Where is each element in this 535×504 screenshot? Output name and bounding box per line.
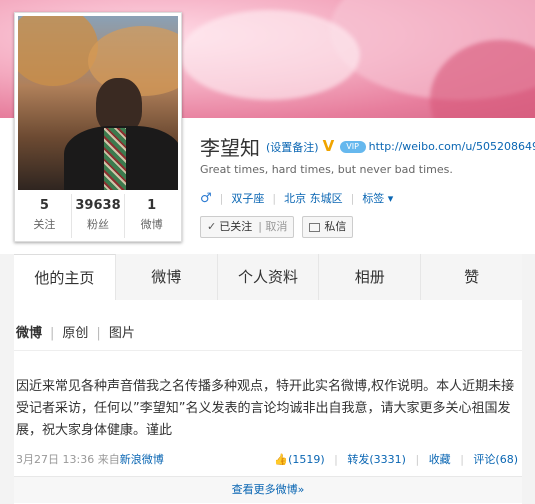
favorite-button[interactable]: 收藏 bbox=[429, 453, 451, 466]
avatar-card: 5 关注 39638 粉丝 1 微博 bbox=[14, 12, 182, 242]
profile-tabs: 他的主页 微博 个人资料 相册 赞 bbox=[14, 254, 522, 301]
stat-following-label: 关注 bbox=[33, 218, 56, 231]
post-time[interactable]: 3月27日 13:36 bbox=[16, 453, 94, 466]
message-label: 私信 bbox=[324, 220, 347, 233]
profile-meta: ♂ | 双子座 | 北京 东城区 | 标签 ▾ bbox=[200, 190, 394, 206]
tab-profile[interactable]: 个人资料 bbox=[217, 254, 320, 300]
profile-stats: 5 关注 39638 粉丝 1 微博 bbox=[18, 194, 178, 238]
verified-v-icon[interactable]: V bbox=[323, 139, 338, 154]
post-source-link[interactable]: 新浪微博 bbox=[120, 453, 164, 466]
tab-likes[interactable]: 赞 bbox=[421, 254, 522, 300]
stat-following[interactable]: 5 关注 bbox=[18, 194, 72, 238]
stat-following-count: 5 bbox=[39, 198, 49, 213]
comment-button[interactable]: 评论(68) bbox=[473, 453, 518, 466]
feed-panel: 微博 | 原创 | 图片 因近来常见各种声音借我之名传播多种观点，特开此实名微博,权作说… bbox=[14, 300, 522, 504]
profile-name-row: 李望知 (设置备注) V VIP http://weibo.com/u/5052… bbox=[200, 132, 535, 161]
filter-images[interactable]: 图片 bbox=[109, 326, 135, 341]
view-more-link[interactable]: 查看更多微博» bbox=[14, 476, 522, 503]
stat-weibo-label: 微博 bbox=[140, 218, 163, 231]
unfollow-link[interactable]: | 取消 bbox=[258, 217, 287, 237]
profile-actions: ✓ 已关注 | 取消 私信 bbox=[200, 216, 354, 238]
zodiac-link[interactable]: 双子座 bbox=[231, 190, 264, 206]
like-button[interactable]: 👍(1519) bbox=[274, 453, 324, 466]
stat-fans-count: 39638 bbox=[75, 198, 121, 213]
stat-fans[interactable]: 39638 粉丝 bbox=[72, 194, 126, 238]
post-text: 因近来常见各种声音借我之名传播多种观点，特开此实名微博,权作说明。本人近期未接受… bbox=[16, 379, 515, 438]
feed-filter: 微博 | 原创 | 图片 bbox=[16, 326, 135, 341]
message-button[interactable]: 私信 bbox=[302, 216, 354, 238]
repost-button[interactable]: 转发(3331) bbox=[347, 453, 406, 466]
avatar[interactable] bbox=[18, 16, 178, 190]
gender-male-icon: ♂ bbox=[200, 190, 212, 206]
tab-album[interactable]: 相册 bbox=[319, 254, 422, 300]
filter-original[interactable]: 原创 bbox=[62, 326, 88, 341]
like-count: (1519) bbox=[288, 453, 325, 466]
post-meta: 3月27日 13:36 来自新浪微博 bbox=[16, 451, 164, 467]
stat-fans-label: 粉丝 bbox=[87, 218, 109, 231]
filter-weibo[interactable]: 微博 bbox=[16, 326, 42, 341]
check-icon: ✓ bbox=[207, 220, 217, 233]
set-remark-link[interactable]: (设置备注) bbox=[266, 139, 319, 155]
vip-badge-icon[interactable]: VIP bbox=[339, 140, 366, 153]
post-source-prefix: 来自 bbox=[97, 453, 120, 466]
stat-weibo[interactable]: 1 微博 bbox=[125, 194, 178, 238]
tags-dropdown[interactable]: 标签 ▾ bbox=[362, 190, 393, 206]
location-link[interactable]: 北京 东城区 bbox=[284, 190, 343, 206]
tab-home[interactable]: 他的主页 bbox=[14, 254, 116, 300]
followed-label: 已关注 bbox=[219, 220, 253, 233]
profile-url-link[interactable]: http://weibo.com/u/5052086499 bbox=[369, 140, 535, 153]
followed-button[interactable]: ✓ 已关注 | 取消 bbox=[200, 216, 295, 238]
profile-motto: Great times, hard times, but never bad t… bbox=[200, 163, 453, 176]
stat-weibo-count: 1 bbox=[147, 198, 157, 213]
thumbs-up-icon: 👍 bbox=[274, 453, 289, 466]
envelope-icon bbox=[309, 222, 321, 232]
filter-divider bbox=[14, 350, 522, 351]
post-actions: 👍(1519) | 转发(3331) | 收藏 | 评论(68) bbox=[274, 453, 518, 466]
tab-weibo[interactable]: 微博 bbox=[115, 254, 218, 300]
profile-name: 李望知 bbox=[200, 136, 260, 160]
